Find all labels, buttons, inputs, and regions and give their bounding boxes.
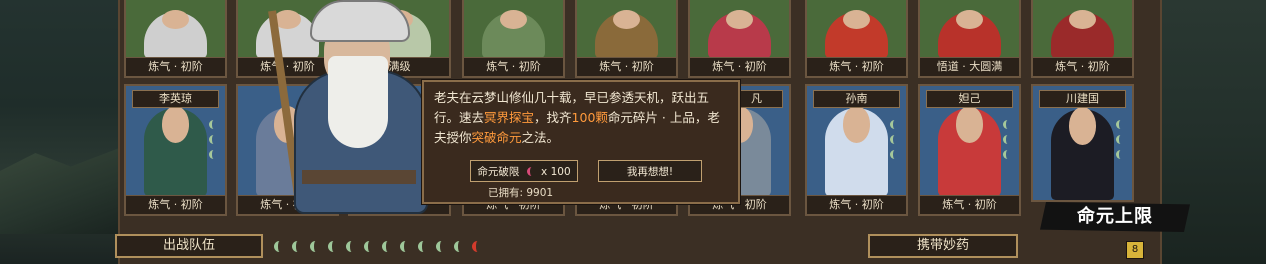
character-name: 孙南 [813, 90, 900, 108]
rank-label: 炼气 · 初阶 [690, 57, 789, 76]
character-name: 川建国 [1039, 90, 1126, 108]
rank-label: 悟道 · 大圆满 [920, 57, 1019, 76]
life-limit-banner: 命元上限 [1040, 202, 1190, 232]
character-name: 李英琼 [132, 90, 219, 108]
character-card[interactable]: 川建国 [1031, 84, 1134, 202]
old-sage-portrait [268, 0, 442, 214]
team-button[interactable]: 出战队伍 [115, 234, 263, 258]
character-card[interactable]: 炼气 · 初阶 [805, 0, 908, 78]
owned-count: 已拥有: 9901 [488, 187, 554, 199]
rank-label: 炼气 · 初阶 [1033, 57, 1132, 76]
rank-label: 炼气 · 初阶 [577, 57, 676, 76]
moon-indicators [890, 120, 900, 165]
rank-label: 炼气 · 初阶 [807, 195, 906, 214]
mountain-silhouette [0, 148, 118, 234]
rank-label: 炼气 · 初阶 [464, 57, 563, 76]
character-card[interactable]: 炼气 · 初阶 [124, 0, 227, 78]
background-left [0, 0, 118, 264]
character-card[interactable]: 悟道 · 大圆满 [918, 0, 1021, 78]
carry-medicine-button[interactable]: 携带妙药 [868, 234, 1018, 258]
character-card[interactable]: 妲己 炼气 · 初阶 [918, 84, 1021, 216]
break-limit-button[interactable]: 命元破限 x 100 [470, 160, 578, 182]
rank-label: 炼气 · 初阶 [126, 57, 225, 76]
character-card[interactable]: 炼气 · 初阶 [575, 0, 678, 78]
moon-fragment-icon [526, 167, 536, 176]
moon-indicators [1116, 120, 1126, 165]
dragon-hat [310, 0, 410, 42]
character-card[interactable]: 炼气 · 初阶 [688, 0, 791, 78]
cancel-button[interactable]: 我再想想! [598, 160, 702, 182]
cost-label: x 100 [541, 166, 571, 178]
moon-progress [274, 237, 490, 256]
character-name: 妲己 [926, 90, 1013, 108]
rank-label: 炼气 · 初阶 [920, 195, 1019, 214]
character-card[interactable]: 孙南 炼气 · 初阶 [805, 84, 908, 216]
moon-indicators [209, 120, 219, 165]
rank-label: 炼气 · 初阶 [807, 57, 906, 76]
character-card[interactable]: 炼气 · 初阶 [462, 0, 565, 78]
character-card[interactable]: 炼气 · 初阶 [1031, 0, 1134, 78]
sage-dialog: 老夫在云梦山修仙几十载，早已参透天机，跃出五行。速去冥界探宝，找齐100颗命元碎… [422, 80, 740, 204]
hotkey-badge: 8 [1126, 241, 1144, 259]
character-card[interactable]: 李英琼 炼气 · 初阶 [124, 84, 227, 216]
rank-label: 炼气 · 初阶 [126, 195, 225, 214]
moon-indicators [1003, 120, 1013, 165]
dialog-text: 老夫在云梦山修仙几十载，早已参透天机，跃出五行。速去冥界探宝，找齐100颗命元碎… [434, 90, 720, 145]
